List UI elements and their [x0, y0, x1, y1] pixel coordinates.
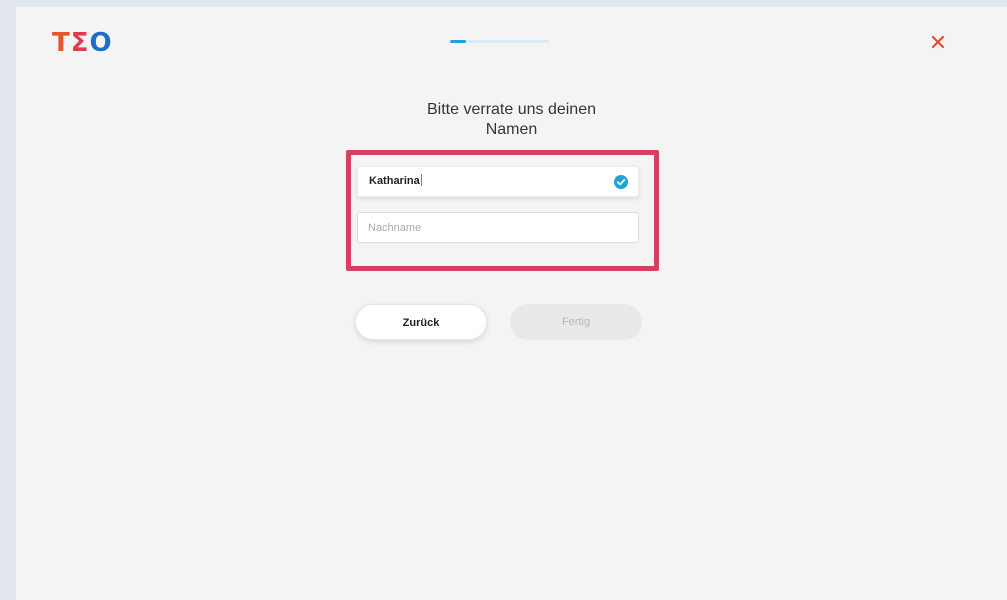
page-title: Bitte verrate uns deinen Namen	[346, 100, 677, 140]
teo-logo: TΣO	[52, 29, 113, 57]
progress-bar-fill	[450, 40, 466, 43]
check-circle-icon	[614, 175, 628, 189]
back-button[interactable]: Zurück	[355, 304, 487, 340]
last-name-input[interactable]	[358, 213, 638, 242]
text-caret	[420, 174, 422, 186]
progress-bar	[450, 40, 549, 43]
app-window: TΣO ✕ Bitte verrate uns deinen Namen Kat…	[16, 7, 1007, 600]
first-name-value: Katharina	[369, 167, 422, 196]
logo-letter-o: O	[89, 28, 113, 58]
last-name-field	[357, 212, 639, 243]
close-icon[interactable]: ✕	[923, 31, 953, 55]
logo-letter-t: T	[52, 28, 71, 58]
page-title-line1: Bitte verrate uns deinen	[427, 101, 596, 118]
done-button[interactable]: Fertig	[510, 304, 642, 340]
first-name-field[interactable]: Katharina	[357, 166, 639, 197]
logo-letter-sigma: Σ	[70, 28, 90, 58]
first-name-text: Katharina	[369, 175, 420, 187]
page-title-line2: Namen	[485, 121, 538, 138]
